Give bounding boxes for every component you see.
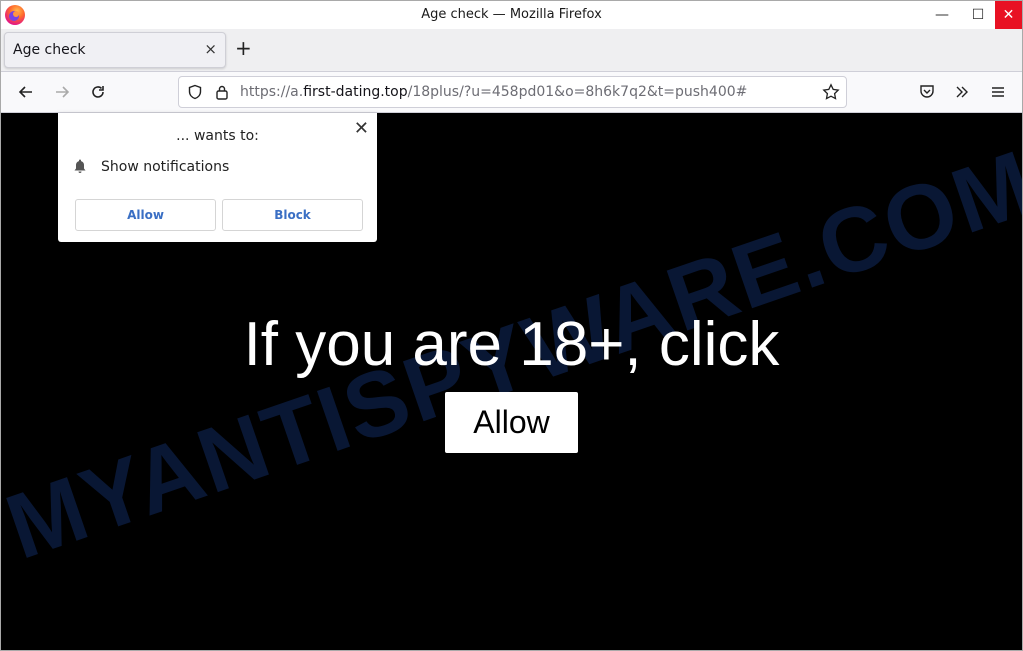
browser-window: Age check — Mozilla Firefox — ☐ ✕ Age ch… (0, 0, 1023, 651)
page-allow-button[interactable]: Allow (445, 392, 578, 453)
shield-icon[interactable] (187, 84, 203, 100)
bookmark-star-icon[interactable] (822, 83, 840, 101)
tab-strip: Age check × + (1, 29, 1022, 72)
popup-close-icon[interactable]: ✕ (354, 118, 369, 139)
minimize-button[interactable]: — (925, 1, 959, 29)
bell-icon (74, 159, 86, 173)
new-tab-button[interactable]: + (235, 37, 252, 59)
arrow-left-icon (18, 86, 32, 98)
close-window-button[interactable]: ✕ (995, 1, 1022, 29)
permission-label: Show notifications (101, 159, 230, 175)
url-host: first-dating.top (303, 84, 408, 100)
pocket-icon (920, 85, 934, 98)
forward-button[interactable] (51, 81, 73, 103)
tab-label: Age check (13, 42, 86, 58)
url-scheme: https://a. (240, 84, 304, 100)
chevron-double-right-icon (956, 86, 968, 98)
navigation-toolbar: https://a.first-dating.top/18plus/?u=458… (1, 72, 1022, 113)
url-text[interactable]: https://a.first-dating.top/18plus/?u=458… (240, 84, 747, 100)
pocket-button[interactable] (916, 81, 938, 103)
age-check-headline: If you are 18+, click (243, 310, 780, 379)
back-button[interactable] (15, 81, 37, 103)
overflow-menu-button[interactable] (951, 81, 973, 103)
lock-icon[interactable] (215, 84, 229, 100)
url-bar[interactable]: https://a.first-dating.top/18plus/?u=458… (178, 76, 847, 108)
popup-block-button[interactable]: Block (222, 199, 363, 231)
arrow-right-icon (56, 86, 70, 98)
tab-age-check[interactable]: Age check × (4, 32, 226, 68)
notification-permission-popup: ... wants to: ✕ Show notifications Allow… (58, 113, 377, 242)
app-menu-button[interactable] (987, 81, 1009, 103)
popup-heading: ... wants to: (176, 128, 259, 144)
title-bar: Age check — Mozilla Firefox — ☐ ✕ (1, 1, 1022, 29)
close-tab-icon[interactable]: × (204, 40, 217, 58)
reload-button[interactable] (87, 81, 109, 103)
window-title: Age check — Mozilla Firefox (421, 7, 602, 22)
url-path: /18plus/?u=458pd01&o=8h6k7q2&t=push400# (407, 84, 748, 100)
hamburger-menu-icon (992, 87, 1004, 97)
popup-allow-button[interactable]: Allow (75, 199, 216, 231)
maximize-button[interactable]: ☐ (961, 1, 995, 29)
reload-icon (92, 86, 104, 98)
